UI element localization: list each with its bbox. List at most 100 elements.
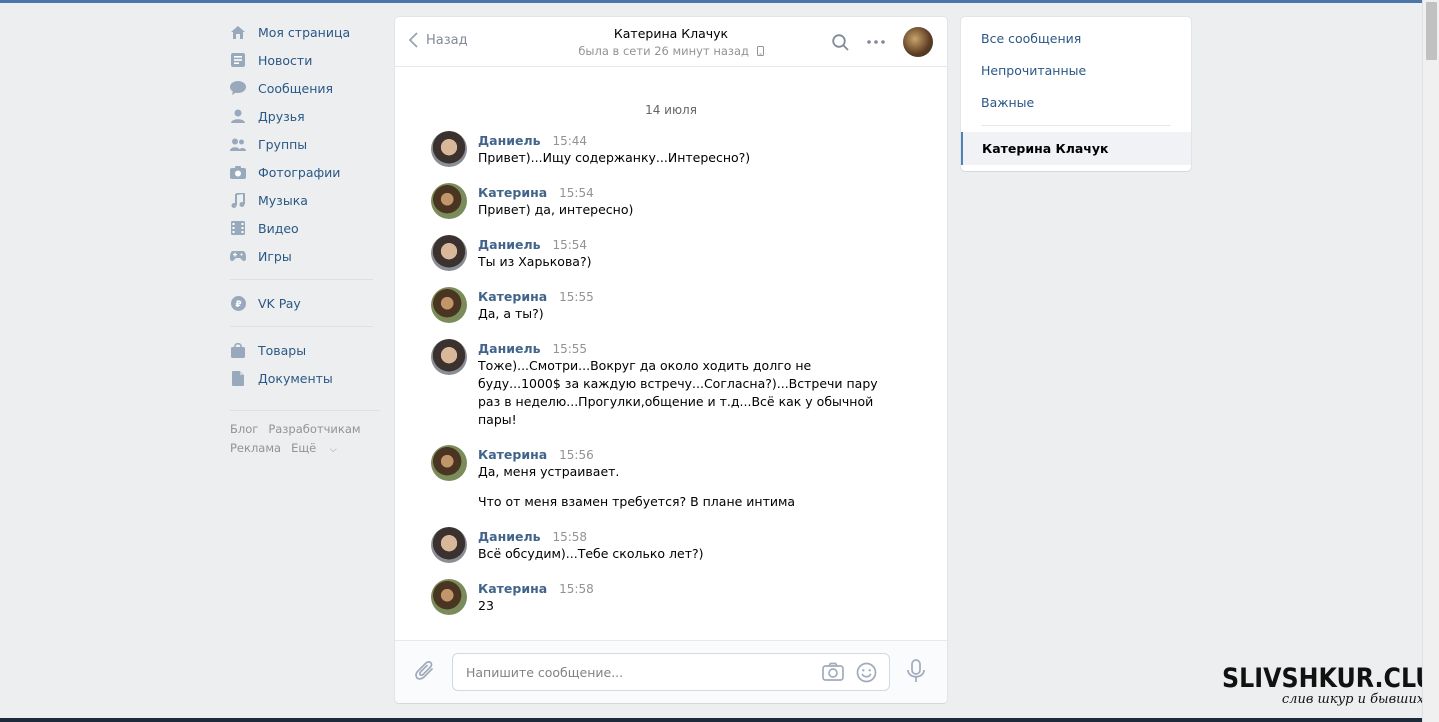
- message-body: Даниель 15:54 Ты из Харькова?): [478, 235, 591, 271]
- footer-link-ads[interactable]: Реклама: [230, 441, 281, 455]
- message[interactable]: Даниель 15:44 Привет)...Ищу содержанку..…: [395, 131, 947, 167]
- nav-label: Фотографии: [258, 164, 341, 180]
- message[interactable]: Катерина 15:55 Да, а ты?): [395, 287, 947, 323]
- message-meta: Даниель 15:58: [478, 529, 704, 545]
- message-lines: Привет) да, интересно): [478, 201, 633, 219]
- svg-text:₽: ₽: [235, 300, 241, 310]
- footer-link-developers[interactable]: Разработчикам: [268, 422, 360, 436]
- footer-link-more[interactable]: Ещё ⌵: [291, 441, 347, 455]
- footer-link-blog[interactable]: Блог: [230, 422, 258, 436]
- message-text: Ты из Харькова?): [478, 254, 592, 269]
- camera-icon[interactable]: [822, 662, 844, 686]
- author-avatar[interactable]: [431, 131, 467, 167]
- message-body: Катерина 15:58 23: [478, 579, 594, 615]
- message-body: Катерина 15:56 Да, меня устраивает. Что о…: [478, 445, 795, 511]
- watermark-title: SLIVSHKUR.CLUB: [1222, 663, 1439, 694]
- message-lines: Всё обсудим)...Тебе сколько лет?): [478, 545, 704, 563]
- nav-item-news[interactable]: Новости: [230, 46, 380, 74]
- author-avatar[interactable]: [431, 339, 467, 375]
- chevron-down-icon: ⌵: [329, 445, 337, 455]
- message-meta: Катерина 15:58: [478, 581, 594, 597]
- search-icon[interactable]: [832, 33, 849, 51]
- message-history[interactable]: 14 июля Даниель 15:44 Привет)...Ищу соде…: [395, 68, 947, 640]
- message-text: Тоже)...Смотри...Вокруг да около ходить …: [478, 358, 878, 427]
- nav-item-video[interactable]: Видео: [230, 214, 380, 242]
- author-avatar[interactable]: [431, 287, 467, 323]
- video-icon: [230, 220, 246, 236]
- nav-item-documents[interactable]: Документы: [230, 364, 380, 392]
- chat-panel: Назад Катерина Клачук была в сети 26 мин…: [395, 17, 947, 703]
- nav-label: Сообщения: [258, 80, 334, 96]
- ruble-icon: ₽: [230, 295, 246, 311]
- message[interactable]: Катерина 15:58 23: [395, 579, 947, 615]
- message-time: 15:44: [552, 134, 588, 148]
- nav-item-games[interactable]: Игры: [230, 242, 380, 270]
- page-scrollbar[interactable]: [1422, 0, 1439, 722]
- scrollbar-thumb[interactable]: [1426, 2, 1437, 60]
- active-conversation[interactable]: Катерина Клачук: [961, 132, 1191, 165]
- message-time: 15:55: [559, 290, 594, 304]
- message-input-box[interactable]: [452, 653, 890, 691]
- message[interactable]: Катерина 15:56 Да, меня устраивает. Что о…: [395, 445, 947, 511]
- author-name[interactable]: Катерина: [478, 581, 547, 596]
- author-name[interactable]: Даниель: [478, 133, 541, 148]
- folder-unread[interactable]: Непрочитанные: [961, 55, 1191, 87]
- author-name[interactable]: Катерина: [478, 185, 547, 200]
- groups-icon: [230, 136, 246, 152]
- nav-label: Документы: [258, 370, 333, 386]
- nav-divider: [230, 279, 373, 280]
- message[interactable]: Даниель 15:55 Тоже)...Смотри...Вокруг да…: [395, 339, 947, 429]
- author-name[interactable]: Катерина: [478, 447, 547, 462]
- nav-item-friends[interactable]: Друзья: [230, 102, 380, 130]
- author-avatar[interactable]: [431, 235, 467, 271]
- attach-icon[interactable]: [415, 659, 435, 684]
- author-avatar[interactable]: [431, 579, 467, 615]
- author-name[interactable]: Катерина: [478, 289, 547, 304]
- games-icon: [230, 248, 246, 264]
- nav-divider: [230, 326, 373, 327]
- author-avatar[interactable]: [431, 183, 467, 219]
- message-time: 15:55: [552, 342, 588, 356]
- news-icon: [230, 52, 246, 68]
- message-text: Что от меня взамен требуется? В плане ин…: [478, 494, 796, 509]
- message-list: Даниель 15:44 Привет)...Ищу содержанку..…: [395, 131, 947, 615]
- author-name[interactable]: Даниель: [478, 237, 541, 252]
- top-accent-bar: [0, 0, 1422, 3]
- author-avatar[interactable]: [431, 445, 467, 481]
- nav-item-photos[interactable]: Фотографии: [230, 158, 380, 186]
- nav-item-vk-pay[interactable]: ₽ VK Pay: [230, 289, 380, 317]
- nav-item-music[interactable]: Музыка: [230, 186, 380, 214]
- message-text: Всё обсудим)...Тебе сколько лет?): [478, 546, 704, 561]
- nav-item-goods[interactable]: Товары: [230, 336, 380, 364]
- footer-more-label: Ещё: [291, 441, 317, 455]
- folder-important[interactable]: Важные: [961, 87, 1191, 119]
- peer-avatar[interactable]: [903, 27, 933, 57]
- taskbar-strip: [0, 718, 1422, 722]
- nav-label: Видео: [258, 220, 299, 236]
- message-body: Даниель 15:44 Привет)...Ищу содержанку..…: [478, 131, 750, 167]
- peer-status-text: была в сети 26 минут назад: [578, 44, 750, 58]
- messages-icon: [230, 80, 246, 96]
- message-text: Да, меня устраивает.: [478, 464, 620, 479]
- author-name[interactable]: Даниель: [478, 341, 541, 356]
- nav-item-messages[interactable]: Сообщения: [230, 74, 380, 102]
- music-icon: [230, 192, 246, 208]
- nav-item-my-page[interactable]: Моя страница: [230, 18, 380, 46]
- message[interactable]: Даниель 15:58 Всё обсудим)...Тебе скольк…: [395, 527, 947, 563]
- nav-label: VK Pay: [258, 295, 301, 311]
- more-icon[interactable]: [867, 40, 885, 44]
- message[interactable]: Даниель 15:54 Ты из Харькова?): [395, 235, 947, 271]
- mobile-icon: [756, 46, 764, 56]
- message-meta: Катерина 15:54: [478, 185, 633, 201]
- author-avatar[interactable]: [431, 527, 467, 563]
- message-input[interactable]: [466, 664, 806, 680]
- author-name[interactable]: Даниель: [478, 529, 541, 544]
- folder-all-messages[interactable]: Все сообщения: [961, 23, 1191, 55]
- footer-links: Блог Разработчикам Реклама Ещё ⌵: [230, 420, 380, 460]
- message[interactable]: Катерина 15:54 Привет) да, интересно): [395, 183, 947, 219]
- message-text: 23: [478, 598, 494, 613]
- microphone-icon[interactable]: [906, 659, 926, 686]
- message-time: 15:54: [552, 238, 588, 252]
- nav-item-groups[interactable]: Группы: [230, 130, 380, 158]
- emoji-icon[interactable]: [856, 662, 877, 686]
